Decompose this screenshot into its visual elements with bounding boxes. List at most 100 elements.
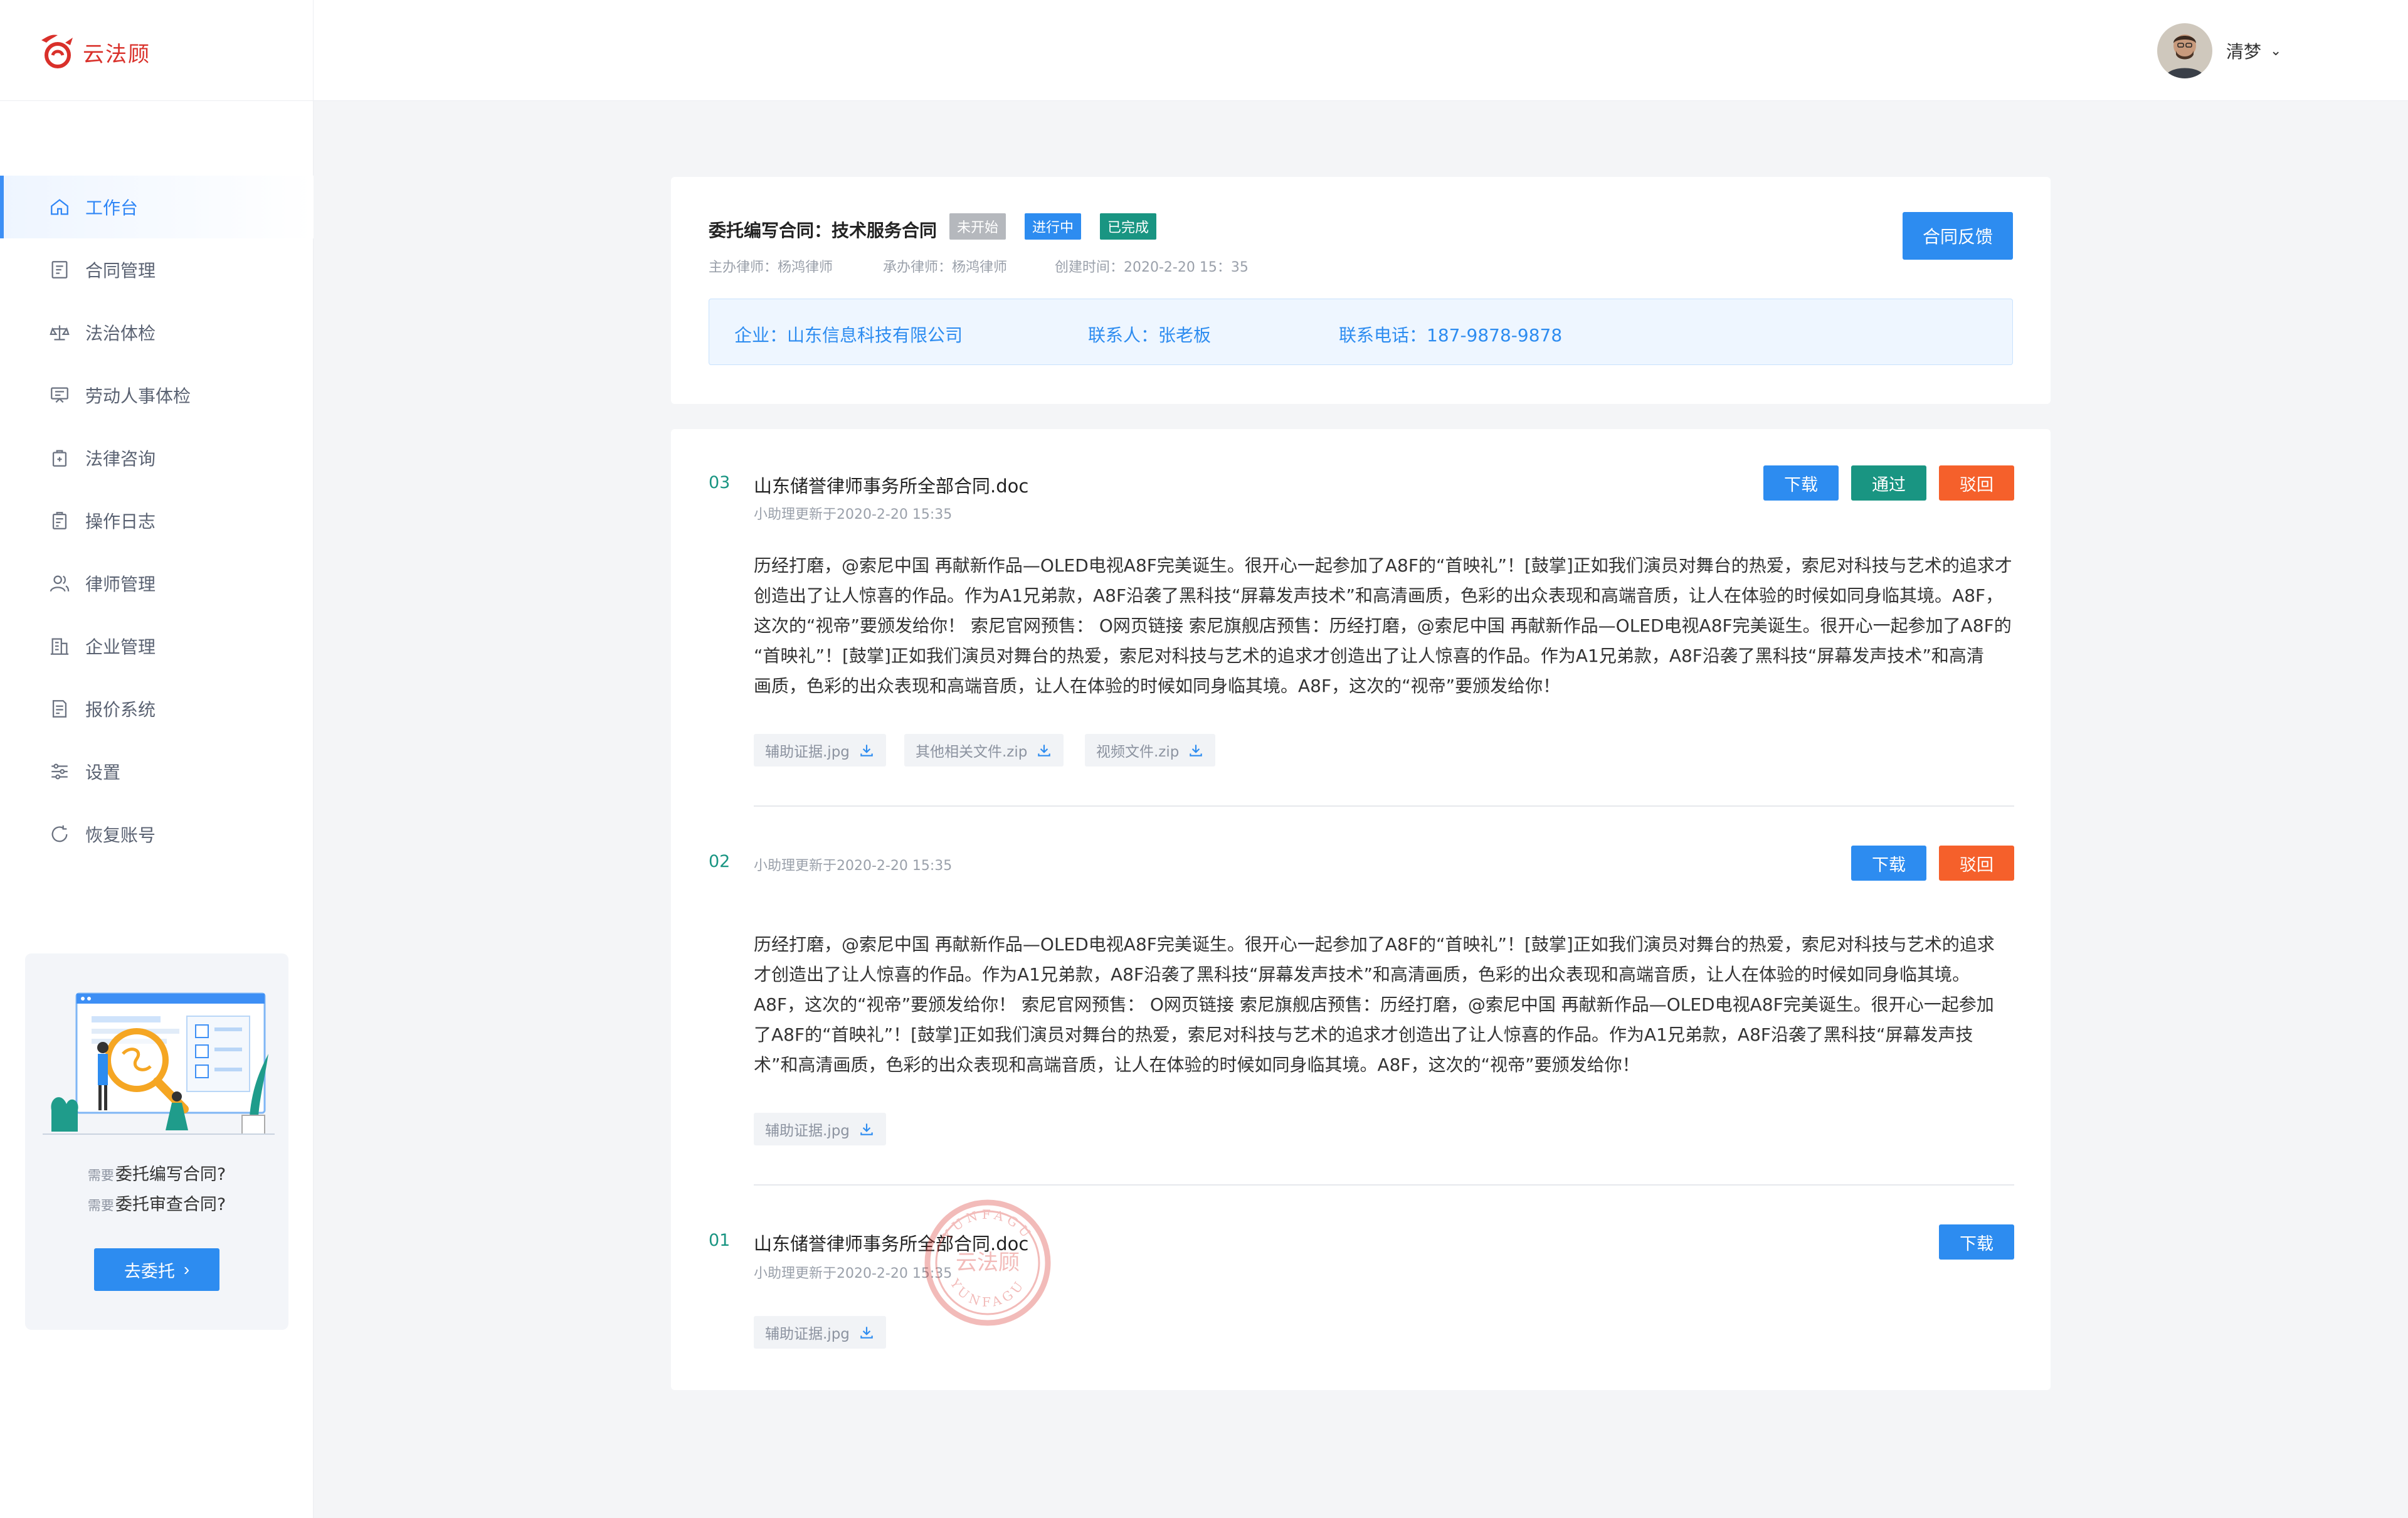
attachment-chip[interactable]: 其他相关文件.zip — [904, 734, 1064, 767]
attachment-name: 辅助证据.jpg — [765, 744, 850, 760]
status-badge-not-started: 未开始 — [949, 213, 1006, 240]
chevron-right-icon: › — [183, 1260, 190, 1279]
approve-button[interactable]: 通过 — [1851, 465, 1926, 501]
attachment-name: 辅助证据.jpg — [765, 1123, 850, 1139]
sidebar-item-operation-log[interactable]: 操作日志 — [0, 489, 314, 552]
attachment-chip[interactable]: 辅助证据.jpg — [754, 734, 886, 767]
sidebar-item-legal-check[interactable]: 法治体检 — [0, 301, 314, 364]
reject-button[interactable]: 驳回 — [1939, 465, 2014, 501]
sidebar-divider — [0, 100, 314, 101]
sidebar-item-restore-account[interactable]: 恢复账号 — [0, 803, 314, 866]
scale-icon — [49, 322, 70, 343]
attachment-name: 其他相关文件.zip — [916, 744, 1028, 760]
sidebar-nav: 工作台 合同管理 法治体检 劳动人事体检 法律咨询 操作日志 律师管理 企业管理… — [0, 176, 314, 866]
entry-text-line: 历经打磨，@索尼中国 再献新作品—OLED电视A8F完美诞生。很开心一起参加了A… — [754, 934, 1995, 955]
task-title: 委托编写合同：技术服务合同 — [709, 220, 937, 241]
presentation-icon — [49, 385, 70, 406]
brand-name: 云法顾 — [83, 41, 150, 67]
contract-feedback-button[interactable]: 合同反馈 — [1903, 212, 2013, 260]
sidebar-item-enterprises[interactable]: 企业管理 — [0, 615, 314, 677]
user-name: 清梦 — [2226, 41, 2262, 62]
entry-text-line: 历经打磨，@索尼中国 再献新作品—OLED电视A8F完美诞生。很开心一起参加了A… — [754, 555, 2012, 576]
top-header: 清梦 ⌄ — [314, 0, 2408, 101]
building-icon — [49, 635, 70, 657]
entry-text-line: 才创造出了让人惊喜的作品。作为A1兄弟款，A8F沿袭了黑科技“屏幕发声技术”和高… — [754, 964, 1970, 985]
entry-divider — [754, 805, 2014, 807]
entry-text-line: 了A8F的“首映礼”！[鼓掌]正如我们演员对舞台的热爱，索尼对科技与艺术的追求才… — [754, 1024, 1973, 1045]
contact-person: 联系人：张老板 — [1088, 325, 1212, 346]
attachment-name: 辅助证据.jpg — [765, 1326, 850, 1342]
handling-lawyer: 承办律师：杨鸿律师 — [883, 260, 1008, 275]
entry-number: 03 — [709, 473, 731, 492]
attachment-chip[interactable]: 辅助证据.jpg — [754, 1113, 886, 1145]
quote-icon — [49, 698, 70, 719]
brand-logo-icon — [41, 34, 73, 68]
download-button[interactable]: 下载 — [1851, 846, 1926, 881]
contract-icon — [49, 259, 70, 280]
download-icon — [860, 745, 873, 756]
entry-text-line: 这次的“视帝”要颁发给你！ 索尼官网预售： O网页链接 索尼旗舰店预售：历经打磨… — [754, 615, 2012, 636]
entry-text-line: 术”和高清画质，色彩的出众表现和高端音质，让人在体验的时候如同身临其境。A8F，… — [754, 1054, 1640, 1075]
contact-phone: 联系电话：187-9878-9878 — [1339, 325, 1563, 346]
sidebar-item-settings[interactable]: 设置 — [0, 740, 314, 803]
promo-question-review: 需要委托审查合同? — [87, 1195, 226, 1214]
entry-description: 历经打磨，@索尼中国 再献新作品—OLED电视A8F完美诞生。很开心一起参加了A… — [754, 551, 2014, 701]
task-info-card: 委托编写合同：技术服务合同 未开始 进行中 已完成 主办律师：杨鸿律师 承办律师… — [671, 177, 2051, 404]
sliders-icon — [49, 761, 70, 782]
brand-logo[interactable]: 云法顾 — [35, 30, 150, 74]
entry-text-line: “首映礼”！[鼓掌]正如我们演员对舞台的热爱，索尼对科技与艺术的追求才创造出了让… — [754, 645, 1984, 666]
sidebar-item-lawyers[interactable]: 律师管理 — [0, 552, 314, 615]
download-icon — [860, 1327, 873, 1339]
entry-text-line: A8F，这次的“视帝”要颁发给你！ 索尼官网预售： O网页链接 索尼旗舰店预售：… — [754, 994, 1994, 1015]
company-name: 企业：山东信息科技有限公司 — [734, 325, 963, 346]
created-time: 创建时间：2020-2-20 15：35 — [1055, 260, 1249, 275]
chevron-down-icon: ⌄ — [2270, 43, 2282, 59]
entry-update-time: 小助理更新于2020-2-20 15:35 — [754, 507, 953, 523]
document-search-illustration — [43, 992, 275, 1135]
user-menu[interactable]: 清梦 ⌄ — [2157, 23, 2281, 79]
sidebar-item-label: 报价系统 — [85, 699, 156, 720]
sidebar-item-label: 设置 — [85, 762, 121, 783]
entry-text-line: 画质，色彩的出众表现和高端音质，让人在体验的时候如同身临其境。A8F，这次的“视… — [754, 676, 1561, 696]
sidebar-item-label: 工作台 — [85, 198, 139, 218]
promo-question-write: 需要委托编写合同? — [87, 1165, 226, 1184]
download-button[interactable]: 下载 — [1763, 465, 1839, 501]
entry-file-title[interactable]: 山东储誉律师事务所全部合同.doc — [754, 472, 1028, 498]
attachment-chip[interactable]: 视频文件.zip — [1085, 734, 1216, 767]
sidebar-item-legal-consult[interactable]: 法律咨询 — [0, 427, 314, 489]
sidebar-item-label: 恢复账号 — [85, 825, 156, 846]
entry-update-time: 小助理更新于2020-2-20 15:35 — [754, 858, 953, 874]
home-icon — [49, 196, 70, 218]
download-icon — [860, 1123, 873, 1135]
entry-number: 02 — [709, 852, 731, 871]
sidebar: 云法顾 工作台 合同管理 法治体检 劳动人事体检 法律咨询 操作日志 律师管理 … — [0, 0, 314, 1518]
sidebar-item-label: 法律咨询 — [85, 449, 156, 469]
attachment-name: 视频文件.zip — [1096, 744, 1180, 760]
sidebar-item-workbench[interactable]: 工作台 — [0, 176, 314, 238]
attachment-chip[interactable]: 辅助证据.jpg — [754, 1316, 886, 1349]
sidebar-item-label: 律师管理 — [85, 574, 156, 595]
sidebar-item-contracts[interactable]: 合同管理 — [0, 238, 314, 301]
refresh-icon — [49, 824, 70, 845]
download-icon — [1038, 745, 1051, 756]
sidebar-item-label: 劳动人事体检 — [85, 386, 191, 406]
sidebar-item-quotes[interactable]: 报价系统 — [0, 677, 314, 740]
clipboard-icon — [49, 510, 70, 531]
sidebar-item-labor-check[interactable]: 劳动人事体检 — [0, 364, 314, 427]
revision-list-card: 03 山东储誉律师事务所全部合同.doc 小助理更新于2020-2-20 15:… — [671, 429, 2051, 1390]
delegate-button[interactable]: 去委托 › — [94, 1248, 219, 1291]
entry-file-title[interactable]: 山东储誉律师事务所全部合同.doc — [754, 1229, 1028, 1256]
reject-button[interactable]: 驳回 — [1939, 846, 2014, 881]
sidebar-item-label: 企业管理 — [85, 637, 156, 657]
svg-text:YUNFAGU: YUNFAGU — [947, 1276, 1028, 1310]
status-badge-completed: 已完成 — [1100, 213, 1157, 240]
download-icon — [1190, 745, 1203, 756]
sidebar-item-label: 法治体检 — [85, 323, 156, 344]
download-button[interactable]: 下载 — [1939, 1224, 2014, 1260]
delegation-promo: 需要委托编写合同? 需要委托审查合同? 去委托 › — [25, 953, 288, 1330]
entry-text-line: 创造出了让人惊喜的作品。作为A1兄弟款，A8F沿袭了黑科技“屏幕发声技术”和高清… — [754, 585, 2004, 606]
avatar — [2157, 23, 2212, 78]
entry-number: 01 — [709, 1231, 731, 1250]
lead-lawyer: 主办律师：杨鸿律师 — [709, 260, 833, 275]
entry-update-time: 小助理更新于2020-2-20 15:35 — [754, 1266, 953, 1282]
